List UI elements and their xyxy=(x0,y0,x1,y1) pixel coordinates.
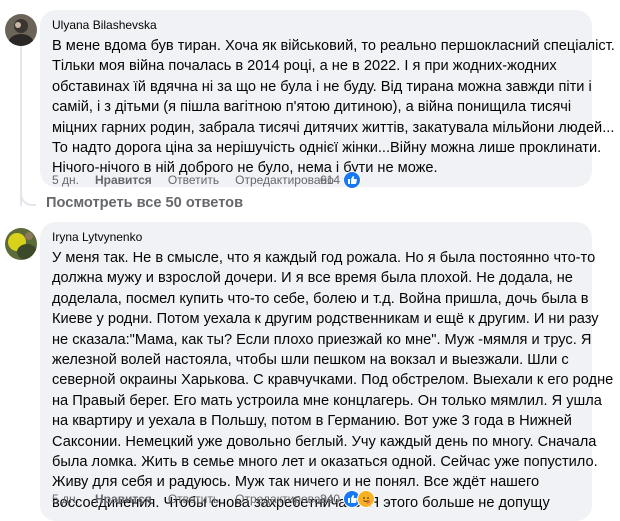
care-hug-icon xyxy=(357,490,376,508)
comment-text-line: не сказала:"Мама, как ты? Если плохо при… xyxy=(52,331,592,348)
comment-text-line: міцних гарних родин, забрала тисячі дитя… xyxy=(52,119,615,136)
view-all-replies-link[interactable]: Посмотреть все 50 ответов xyxy=(46,195,243,211)
comment-timestamp[interactable]: 5 дн. xyxy=(52,173,79,187)
comment-bubble: Iryna Lytvynenko У меня так. Не в смысле… xyxy=(40,222,614,521)
comment-text-line: была ломка. Жить в семье много лет и ока… xyxy=(52,454,598,471)
comment-text-line: северной окраины Харькова. С кравчучками… xyxy=(52,372,614,389)
avatar[interactable] xyxy=(5,14,37,46)
comment-text-line: обставинах їй вдячна ні за що не була і … xyxy=(52,78,592,95)
comment-text-line: на Правый берег. Его мать устроила мне к… xyxy=(52,392,602,409)
comment-text: У меня так. Не в смысле, что я каждый го… xyxy=(52,248,614,513)
comment-text-line: Тільки моя війна почалась в 2014 році, а… xyxy=(52,58,557,75)
reaction-summary[interactable]: 614 xyxy=(320,171,362,189)
thread-branch xyxy=(20,188,36,206)
reply-button[interactable]: Ответить xyxy=(168,492,219,506)
thread-line xyxy=(20,46,22,206)
comment-text-line: самій, і з дітьми (я пішла вагітною п'ят… xyxy=(52,99,572,116)
comment-text-line: То надто дорога ціна за нерішучість одні… xyxy=(52,140,602,157)
like-button[interactable]: Нравится xyxy=(95,173,152,187)
like-button[interactable]: Нравится xyxy=(95,492,152,506)
comment-author[interactable]: Ulyana Bilashevska xyxy=(52,17,580,33)
comment-text-line: У меня так. Не в смысле, что я каждый го… xyxy=(52,250,596,266)
comment-text-line: должна мужу и взрослой дочери. И я все в… xyxy=(52,270,573,287)
comment-text-line: доделала, посмел купить что-то себе, бол… xyxy=(52,290,589,307)
comment-author[interactable]: Iryna Lytvynenko xyxy=(52,229,580,245)
reaction-count: 340 xyxy=(320,492,341,506)
comment-text-line: на квартиру и уехала в Польшу, потом в Г… xyxy=(52,413,572,430)
comment-text-line: В мене вдома був тиран. Хоча як військов… xyxy=(52,38,615,54)
reaction-summary[interactable]: 340 xyxy=(320,490,376,508)
comment-text-line: Живу для себя и радуюсь. Муж так ничего … xyxy=(52,474,540,491)
comment-timestamp[interactable]: 5 дн. xyxy=(52,492,79,506)
reply-button[interactable]: Ответить xyxy=(168,173,219,187)
comment-actions: 5 дн. Нравится Ответить Отредактировано xyxy=(52,492,350,506)
comment-text: В мене вдома був тиран. Хоча як військов… xyxy=(52,36,615,179)
avatar[interactable] xyxy=(5,228,37,260)
comment-text-line: Саксонии. Немецкий уже довольно беглый. … xyxy=(52,433,597,450)
comment-actions: 5 дн. Нравится Ответить Отредактировано xyxy=(52,173,350,187)
comment-text-line: Киеве у родни. Потом уехала к другим род… xyxy=(52,311,599,328)
comment-bubble: Ulyana Bilashevska В мене вдома був тира… xyxy=(40,10,615,187)
reaction-count: 614 xyxy=(320,173,341,187)
comment-text-line: железной волей настояла, чтобы шли пешко… xyxy=(52,352,569,369)
thumbs-up-icon xyxy=(343,171,362,189)
